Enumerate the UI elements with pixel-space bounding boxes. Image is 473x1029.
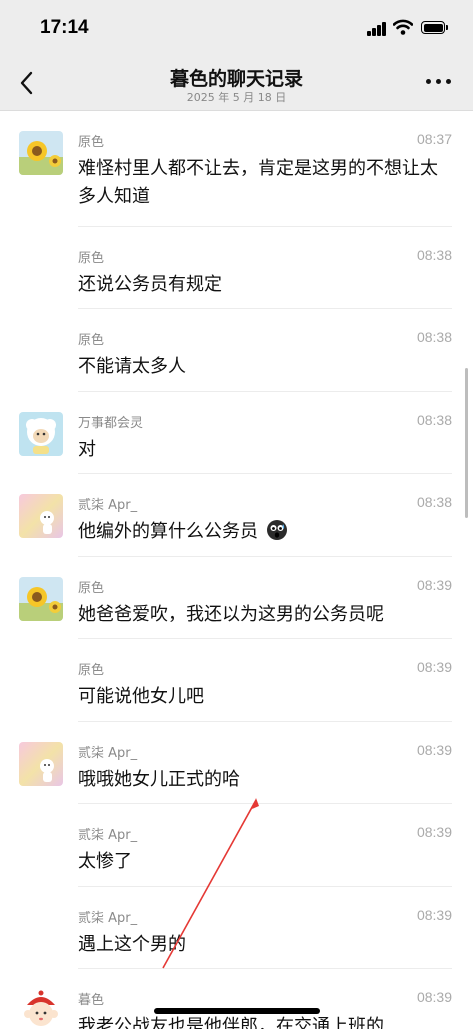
shocked-emoji-icon <box>266 520 287 540</box>
list-item[interactable]: 贰柒 Apr_ 08:39 遇上这个男的 <box>0 887 473 969</box>
chat-header: 暮色的聊天记录 2025 年 5 月 18 日 <box>0 58 473 111</box>
message-text: 哦哦她女儿正式的哈 <box>78 769 240 790</box>
sheep-avatar[interactable] <box>19 412 63 456</box>
pink-girl-avatar[interactable] <box>19 494 63 538</box>
sender-name: 贰柒 Apr_ <box>78 911 138 926</box>
page-subtitle: 2025 年 5 月 18 日 <box>186 91 287 104</box>
message-time: 08:38 <box>416 494 452 510</box>
home-indicator <box>154 1008 320 1014</box>
scrollbar[interactable] <box>465 368 468 518</box>
message-time: 08:39 <box>416 989 452 1005</box>
message-text: 难怪村里人都不让去，肯定是这男的不想让太多人知道 <box>78 158 438 207</box>
page-title: 暮色的聊天记录 <box>169 68 303 90</box>
sender-name: 万事都会灵 <box>78 416 144 431</box>
message-text: 他编外的算什么公务员 <box>78 521 258 542</box>
sender-name: 贰柒 Apr_ <box>78 746 138 761</box>
message-time: 08:39 <box>416 824 452 840</box>
message-time: 08:38 <box>416 247 452 263</box>
cellular-signal-icon <box>367 22 387 36</box>
sunflower-avatar[interactable] <box>19 577 63 621</box>
message-time: 08:37 <box>416 131 452 147</box>
message-text: 她爸爸爱吹，我还以为这男的公务员呢 <box>78 604 384 625</box>
sender-name: 贰柒 Apr_ <box>78 498 138 513</box>
sender-name: 原色 <box>78 135 105 150</box>
message-text: 对 <box>78 439 96 460</box>
message-text: 遇上这个男的 <box>78 934 186 955</box>
battery-icon <box>421 21 448 35</box>
message-text: 不能请太多人 <box>78 356 186 377</box>
monkey-girl-avatar[interactable] <box>19 989 63 1029</box>
sender-name: 暮色 <box>78 993 105 1008</box>
message-time: 08:39 <box>416 659 452 675</box>
message-time: 08:38 <box>416 329 452 345</box>
message-time: 08:39 <box>416 907 452 923</box>
wifi-icon <box>393 19 413 35</box>
list-item[interactable]: 贰柒 Apr_ 08:38 他编外的算什么公务员 <box>0 474 473 557</box>
message-time: 08:38 <box>416 412 452 428</box>
list-item[interactable]: 原色 08:37 难怪村里人都不让去，肯定是这男的不想让太多人知道 <box>0 111 473 227</box>
message-text: 还说公务员有规定 <box>78 274 222 295</box>
status-time: 17:14 <box>40 17 89 38</box>
sender-name: 原色 <box>78 663 105 678</box>
sunflower-avatar[interactable] <box>19 131 63 175</box>
list-item[interactable]: 原色 08:38 还说公务员有规定 <box>0 227 473 309</box>
list-item[interactable]: 贰柒 Apr_ 08:39 哦哦她女儿正式的哈 <box>0 722 473 804</box>
message-text: 我老公战友也是他伴郎，在交通上班的 <box>78 1016 384 1029</box>
list-item[interactable]: 万事都会灵 08:38 对 <box>0 392 473 474</box>
message-text: 可能说他女儿吧 <box>78 686 204 707</box>
sender-name: 原色 <box>78 581 105 596</box>
list-item[interactable]: 原色 08:38 不能请太多人 <box>0 309 473 392</box>
sender-name: 原色 <box>78 251 105 266</box>
list-item[interactable]: 贰柒 Apr_ 08:39 太惨了 <box>0 804 473 887</box>
list-item[interactable]: 暮色 08:39 我老公战友也是他伴郎，在交通上班的 <box>0 969 473 1029</box>
message-time: 08:39 <box>416 742 452 758</box>
sender-name: 原色 <box>78 333 105 348</box>
message-text: 太惨了 <box>78 851 132 872</box>
list-item[interactable]: 原色 08:39 她爸爸爱吹，我还以为这男的公务员呢 <box>0 557 473 639</box>
more-dots-icon[interactable] <box>426 79 452 87</box>
sender-name: 贰柒 Apr_ <box>78 828 138 843</box>
message-text-row: 他编外的算什么公务员 <box>78 518 448 546</box>
list-item[interactable]: 原色 08:39 可能说他女儿吧 <box>0 639 473 722</box>
pink-girl-avatar[interactable] <box>19 742 63 786</box>
message-time: 08:39 <box>416 577 452 593</box>
status-bar: 17:14 <box>0 0 473 58</box>
